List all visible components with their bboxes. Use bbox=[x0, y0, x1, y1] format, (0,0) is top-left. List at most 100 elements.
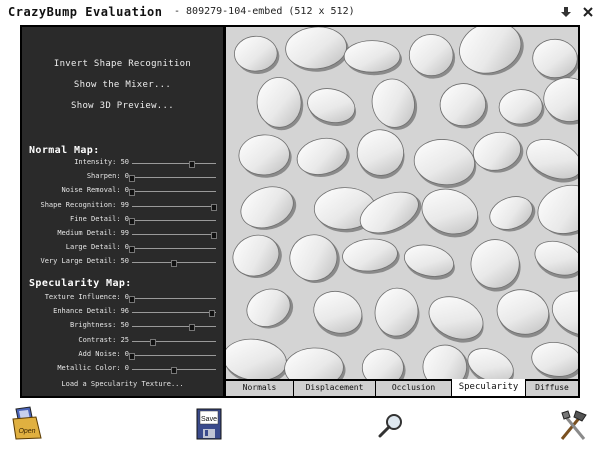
slider-name: Texture Influence: bbox=[44, 293, 121, 301]
specularity-map-slider-row: Texture Influence: 0 bbox=[22, 292, 223, 306]
normal-map-slider-label: Sharpen: 0 bbox=[87, 172, 129, 180]
slider-name: Shape Recognition: bbox=[40, 200, 117, 209]
normal-map-slider-thumb[interactable] bbox=[129, 217, 135, 225]
slider-name: Enhance Detail: bbox=[53, 307, 117, 316]
specularity-map-slider-thumb[interactable] bbox=[150, 338, 156, 346]
specularity-map-slider-track[interactable] bbox=[132, 310, 216, 318]
slider-value: 25 bbox=[120, 335, 129, 344]
specularity-map-slider-thumb[interactable] bbox=[189, 324, 196, 332]
normal-map-slider-row: Shape Recognition: 99 bbox=[22, 200, 223, 214]
slider-value: 50 bbox=[120, 257, 129, 266]
stone-texture-image bbox=[226, 27, 578, 379]
invert-shape-recognition-button[interactable]: Invert Shape Recognition bbox=[22, 59, 223, 69]
specularity-map-slider-track[interactable] bbox=[132, 367, 216, 374]
normal-map-slider-label: Fine Detail: 0 bbox=[70, 215, 129, 223]
slider-value: 96 bbox=[120, 307, 129, 316]
specularity-map-slider-label: Texture Influence: 0 bbox=[45, 293, 129, 301]
normal-map-slider-label: Intensity: 50 bbox=[74, 158, 129, 166]
slider-name: Large Detail: bbox=[65, 243, 121, 252]
normal-map-slider-track[interactable] bbox=[132, 232, 218, 239]
normal-map-slider-track[interactable] bbox=[132, 260, 216, 268]
tab-specularity[interactable]: Specularity bbox=[452, 379, 526, 396]
normal-map-slider-row: Very Large Detail: 50 bbox=[22, 256, 223, 270]
specularity-map-slider-label: Add Noise: 0 bbox=[78, 350, 129, 358]
normal-map-slider-row: Large Detail: 0 bbox=[22, 242, 223, 256]
normal-map-title: Normal Map: bbox=[29, 145, 100, 156]
normal-map-slider-row: Medium Detail: 99 bbox=[22, 228, 223, 242]
save-label: Save bbox=[201, 416, 217, 423]
slider-value: 50 bbox=[120, 321, 129, 330]
tab-diffuse[interactable]: Diffuse bbox=[526, 381, 578, 396]
normal-map-slider-thumb[interactable] bbox=[211, 203, 218, 211]
specularity-map-slider-track[interactable] bbox=[132, 338, 216, 346]
specularity-map-title: Specularity Map: bbox=[29, 278, 132, 289]
main-panel: Invert Shape Recognition Show the Mixer.… bbox=[20, 25, 580, 398]
specularity-map-slider-row: Contrast: 25 bbox=[22, 335, 223, 349]
map-tabs: Normals Displacement Occlusion Speculari… bbox=[226, 379, 578, 396]
slider-name: Very Large Detail: bbox=[40, 257, 117, 266]
normal-map-slider-track[interactable] bbox=[129, 246, 216, 254]
slider-name: Intensity: bbox=[74, 158, 117, 166]
tab-displacement[interactable]: Displacement bbox=[294, 381, 376, 396]
zoom-icon[interactable] bbox=[376, 412, 406, 440]
save-icon[interactable]: Save bbox=[196, 408, 222, 440]
normal-map-slider-thumb[interactable] bbox=[211, 232, 218, 239]
open-label: Open bbox=[18, 428, 35, 435]
normal-map-slider-track[interactable] bbox=[129, 175, 216, 183]
slider-name: Add Noise: bbox=[78, 349, 121, 358]
app-title: CrazyBump Evaluation bbox=[8, 5, 163, 19]
normal-map-slider-label: Medium Detail: 99 bbox=[57, 229, 129, 237]
normal-map-slider-label: Noise Removal: 0 bbox=[62, 186, 129, 194]
specularity-map-slider-label: Contrast: 25 bbox=[78, 336, 129, 344]
normal-map-slider-row: Noise Removal: 0 bbox=[22, 185, 223, 199]
specularity-map-slider-thumb[interactable] bbox=[129, 296, 135, 303]
normal-map-slider-thumb[interactable] bbox=[171, 260, 177, 268]
specularity-map-slider-track[interactable] bbox=[129, 352, 216, 360]
download-icon[interactable] bbox=[558, 4, 574, 20]
normal-map-slider-label: Very Large Detail: 50 bbox=[40, 257, 129, 265]
slider-value: 50 bbox=[120, 158, 129, 166]
normal-map-slider-row: Fine Detail: 0 bbox=[22, 214, 223, 228]
show-3d-preview-button[interactable]: Show 3D Preview... bbox=[22, 101, 223, 111]
tab-normals[interactable]: Normals bbox=[226, 381, 294, 396]
normal-map-slider-row: Intensity: 50 bbox=[22, 157, 223, 171]
normal-map-slider-row: Sharpen: 0 bbox=[22, 171, 223, 185]
normal-map-slider-thumb[interactable] bbox=[129, 189, 135, 197]
specularity-map-slider-thumb[interactable] bbox=[129, 352, 135, 360]
normal-map-slider-label: Shape Recognition: 99 bbox=[40, 201, 129, 209]
specularity-map-slider-row: Enhance Detail: 96 bbox=[22, 306, 223, 320]
slider-name: Fine Detail: bbox=[69, 214, 121, 223]
specularity-map-slider-label: Enhance Detail: 96 bbox=[53, 307, 129, 315]
normal-map-slider-thumb[interactable] bbox=[129, 175, 135, 183]
open-icon[interactable]: Open bbox=[10, 405, 44, 441]
normal-map-slider-thumb[interactable] bbox=[129, 246, 135, 254]
normal-map-slider-label: Large Detail: 0 bbox=[66, 243, 129, 251]
specularity-map-slider-row: Add Noise: 0 bbox=[22, 349, 223, 363]
tab-occlusion[interactable]: Occlusion bbox=[376, 381, 452, 396]
texture-preview[interactable] bbox=[226, 27, 578, 379]
specularity-map-slider-label: Brightness: 50 bbox=[70, 321, 129, 329]
slider-name: Noise Removal: bbox=[61, 186, 121, 195]
normal-map-slider-track[interactable] bbox=[132, 203, 218, 211]
slider-name: Metallic Color: bbox=[57, 364, 121, 372]
slider-name: Contrast: bbox=[78, 335, 117, 344]
normal-map-slider-track[interactable] bbox=[132, 161, 216, 168]
normal-map-slider-track[interactable] bbox=[129, 189, 216, 197]
normal-map-slider-thumb[interactable] bbox=[189, 161, 196, 168]
load-specularity-texture-link[interactable]: Load a Specularity Texture... bbox=[22, 380, 223, 388]
show-mixer-button[interactable]: Show the Mixer... bbox=[22, 80, 223, 90]
settings-panel: Invert Shape Recognition Show the Mixer.… bbox=[22, 27, 223, 396]
specularity-map-slider-track[interactable] bbox=[129, 296, 216, 303]
close-icon[interactable] bbox=[580, 4, 596, 20]
slider-name: Brightness: bbox=[69, 321, 117, 330]
specularity-map-slider-thumb[interactable] bbox=[208, 310, 215, 318]
title-bar: CrazyBump Evaluation - 809279-104-embed … bbox=[0, 0, 600, 24]
slider-value: 99 bbox=[120, 229, 129, 237]
tools-icon[interactable] bbox=[556, 407, 590, 443]
normal-map-slider-track[interactable] bbox=[129, 217, 216, 225]
specularity-map-slider-thumb[interactable] bbox=[171, 367, 177, 374]
specularity-map-slider-label: Metallic Color: 0 bbox=[57, 364, 129, 372]
slider-value: 99 bbox=[120, 200, 129, 209]
file-title: - 809279-104-embed (512 x 512) bbox=[174, 6, 355, 17]
specularity-map-slider-track[interactable] bbox=[132, 324, 216, 332]
